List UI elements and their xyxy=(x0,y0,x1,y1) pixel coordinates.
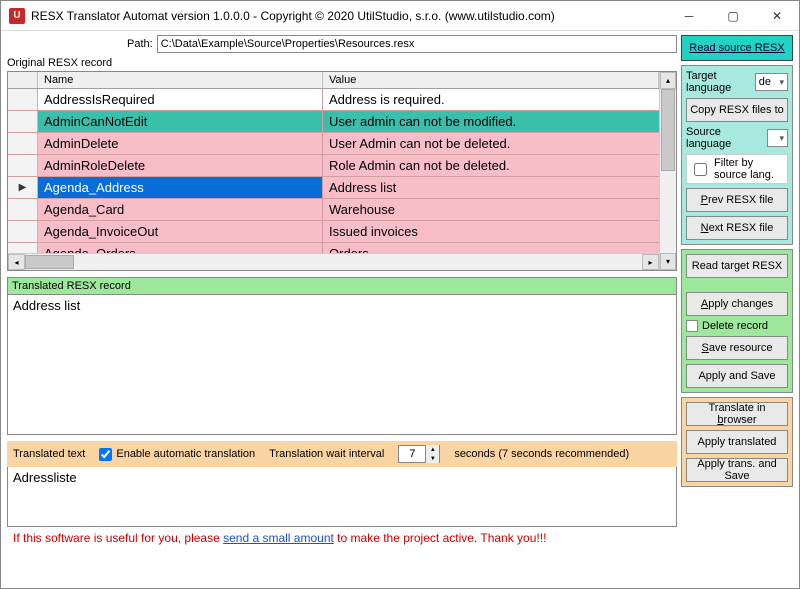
row-indicator xyxy=(8,243,38,253)
orange-panel: Translate in browser Apply translated Ap… xyxy=(681,397,793,487)
row-indicator xyxy=(8,133,38,154)
read-source-button[interactable]: Read source RESX xyxy=(681,35,793,61)
interval-label: Translation wait interval xyxy=(269,448,384,460)
apply-translated-button[interactable]: Apply translated xyxy=(686,430,788,454)
interval-hint: seconds (7 seconds recommended) xyxy=(454,448,629,460)
row-indicator xyxy=(8,199,38,220)
scroll-h-thumb[interactable] xyxy=(25,255,74,269)
spin-down-icon[interactable]: ▼ xyxy=(425,454,439,463)
cell-value[interactable]: Address is required. xyxy=(323,89,659,110)
row-indicator xyxy=(8,155,38,176)
translate-browser-button[interactable]: Translate in browser xyxy=(686,402,788,426)
delete-record-checkbox[interactable] xyxy=(686,320,698,332)
table-row[interactable]: Agenda_CardWarehouse xyxy=(8,199,659,221)
cell-value[interactable]: Orders xyxy=(323,243,659,253)
row-indicator: ▶ xyxy=(8,177,38,198)
maximize-button[interactable]: ▢ xyxy=(711,2,755,30)
cell-name[interactable]: AdminDelete xyxy=(38,133,323,154)
scroll-up-icon[interactable]: ▴ xyxy=(660,72,676,89)
footer-message: If this software is useful for you, plea… xyxy=(7,527,677,549)
scroll-v-thumb[interactable] xyxy=(661,89,675,171)
filter-source-lang-label[interactable]: Filter by source lang. xyxy=(714,157,784,181)
grid-scroll-vertical[interactable]: ▴ ▾ xyxy=(659,72,676,270)
cell-name[interactable]: AddressIsRequired xyxy=(38,89,323,110)
apply-and-save-button[interactable]: Apply and Save xyxy=(686,364,788,388)
spin-up-icon[interactable]: ▲ xyxy=(425,445,439,454)
window-title: RESX Translator Automat version 1.0.0.0 … xyxy=(31,9,667,23)
col-value[interactable]: Value xyxy=(323,72,659,88)
interval-spinner[interactable]: 7 ▲▼ xyxy=(398,445,440,463)
source-lang-label: Source language xyxy=(686,126,764,150)
table-row[interactable]: AddressIsRequiredAddress is required. xyxy=(8,89,659,111)
path-input[interactable] xyxy=(157,35,677,53)
translated-record-textarea[interactable]: Address list xyxy=(7,295,677,435)
table-row[interactable]: Agenda_InvoiceOutIssued invoices xyxy=(8,221,659,243)
cell-value[interactable]: Address list xyxy=(323,177,659,198)
next-file-button[interactable]: Next RESX file xyxy=(686,216,788,240)
source-lang-select[interactable] xyxy=(767,129,788,147)
app-icon: U xyxy=(9,8,25,24)
green-panel: Read target RESX Apply changes Delete re… xyxy=(681,249,793,393)
table-row[interactable]: AdminDeleteUser Admin can not be deleted… xyxy=(8,133,659,155)
read-target-button[interactable]: Read target RESX xyxy=(686,254,788,278)
row-indicator xyxy=(8,221,38,242)
cell-value[interactable]: Warehouse xyxy=(323,199,659,220)
donate-link[interactable]: send a small amount xyxy=(223,531,334,545)
copy-files-button[interactable]: Copy RESX files to xyxy=(686,98,788,122)
prev-file-button[interactable]: Prev RESX file xyxy=(686,188,788,212)
grid-header: Name Value xyxy=(8,72,659,89)
cell-name[interactable]: Agenda_InvoiceOut xyxy=(38,221,323,242)
row-indicator xyxy=(8,89,38,110)
cell-name[interactable]: Agenda_Orders xyxy=(38,243,323,253)
apply-trans-save-button[interactable]: Apply trans. and Save xyxy=(686,458,788,482)
translate-options-bar: Translated text Enable automatic transla… xyxy=(7,441,677,467)
scroll-right-icon[interactable]: ▸ xyxy=(642,254,659,270)
delete-record-label: Delete record xyxy=(702,320,768,332)
scroll-down-icon[interactable]: ▾ xyxy=(660,253,676,270)
minimize-button[interactable]: ─ xyxy=(667,2,711,30)
target-lang-label: Target language xyxy=(686,70,752,94)
translated-record-label: Translated RESX record xyxy=(7,277,677,295)
teal-panel: Target language de Copy RESX files to So… xyxy=(681,65,793,245)
enable-auto-translate-label[interactable]: Enable automatic translation xyxy=(116,448,255,460)
close-button[interactable]: ✕ xyxy=(755,2,799,30)
table-row[interactable]: AdminRoleDeleteRole Admin can not be del… xyxy=(8,155,659,177)
cell-value[interactable]: User Admin can not be deleted. xyxy=(323,133,659,154)
target-lang-select[interactable]: de xyxy=(755,73,788,91)
cell-name[interactable]: AdminCanNotEdit xyxy=(38,111,323,132)
translated-text-textarea[interactable]: Adressliste xyxy=(7,467,677,527)
translated-text-label: Translated text xyxy=(13,448,85,460)
row-indicator xyxy=(8,111,38,132)
table-row[interactable]: Agenda_OrdersOrders xyxy=(8,243,659,253)
apply-changes-button[interactable]: Apply changes xyxy=(686,292,788,316)
cell-name[interactable]: AdminRoleDelete xyxy=(38,155,323,176)
col-name[interactable]: Name xyxy=(38,72,323,88)
enable-auto-translate-checkbox[interactable] xyxy=(99,448,112,461)
cell-value[interactable]: Role Admin can not be deleted. xyxy=(323,155,659,176)
grid-scroll-horizontal[interactable]: ◂ ▸ xyxy=(8,253,659,270)
cell-name[interactable]: Agenda_Card xyxy=(38,199,323,220)
path-label: Path: xyxy=(7,38,153,50)
table-row[interactable]: AdminCanNotEditUser admin can not be mod… xyxy=(8,111,659,133)
save-resource-button[interactable]: Save resource xyxy=(686,336,788,360)
original-section-label: Original RESX record xyxy=(7,57,677,69)
cell-value[interactable]: Issued invoices xyxy=(323,221,659,242)
cell-value[interactable]: User admin can not be modified. xyxy=(323,111,659,132)
filter-source-lang-checkbox[interactable] xyxy=(694,163,707,176)
titlebar: U RESX Translator Automat version 1.0.0.… xyxy=(1,1,799,31)
scroll-left-icon[interactable]: ◂ xyxy=(8,254,25,270)
cell-name[interactable]: Agenda_Address xyxy=(38,177,323,198)
original-grid[interactable]: Name Value AddressIsRequiredAddress is r… xyxy=(7,71,677,271)
table-row[interactable]: ▶Agenda_AddressAddress list xyxy=(8,177,659,199)
